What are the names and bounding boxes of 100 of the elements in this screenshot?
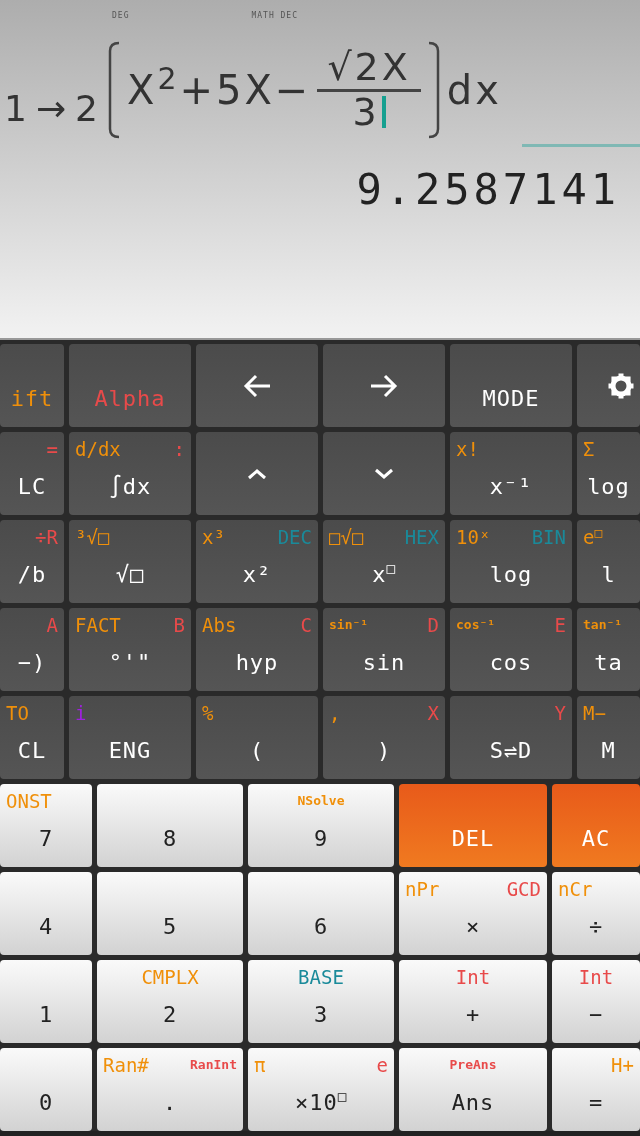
calculator-key[interactable]: e$^{□}$ l bbox=[577, 520, 640, 603]
alpha-label: DEC bbox=[277, 524, 312, 550]
calculator-key[interactable]: 0 bbox=[0, 1048, 92, 1131]
shift-label: i bbox=[75, 700, 87, 726]
shift-label: x! bbox=[456, 436, 479, 462]
secondary-label: PreAns bbox=[449, 1056, 497, 1075]
expression-term: X$^{2}$+5X− bbox=[127, 60, 312, 115]
shift-label: cos⁻¹ bbox=[456, 616, 496, 635]
calculator-key[interactable]: 10ˣ BIN log bbox=[450, 520, 572, 603]
shift-label: Ran# bbox=[103, 1052, 149, 1078]
shift-label: % bbox=[202, 700, 214, 726]
calculator-key[interactable] bbox=[577, 344, 640, 427]
calculator-key[interactable]: ONST 7 bbox=[0, 784, 92, 867]
shift-label: x³ bbox=[202, 524, 225, 550]
calculator-key[interactable]: nCr ÷ bbox=[552, 872, 640, 955]
alpha-label: BIN bbox=[531, 524, 566, 550]
alpha-label: E bbox=[554, 612, 566, 638]
shift-label: 10ˣ bbox=[456, 524, 491, 550]
calculator-key[interactable]: BASE 3 bbox=[248, 960, 394, 1043]
calculator-key[interactable]: □√□ HEX x$^{□}$ bbox=[323, 520, 445, 603]
calculator-key[interactable]: MODE bbox=[450, 344, 572, 427]
fraction-denominator: 3 bbox=[352, 91, 380, 134]
calculator-key[interactable]: sin⁻¹ D sin bbox=[323, 608, 445, 691]
secondary-label: CMPLX bbox=[141, 964, 199, 990]
shift-label: nCr bbox=[558, 876, 593, 902]
caret-down-icon bbox=[374, 467, 394, 480]
calculator-key[interactable]: TO CL bbox=[0, 696, 64, 779]
alpha-label: HEX bbox=[404, 524, 439, 550]
mode-indicator: DEG bbox=[112, 10, 130, 22]
calculator-key[interactable]: π e ×10$^{□}$ bbox=[248, 1048, 394, 1131]
alpha-label: B bbox=[173, 612, 185, 638]
calculator-key[interactable]: M− M bbox=[577, 696, 640, 779]
shift-label: , bbox=[329, 700, 341, 726]
calculator-key[interactable]: ³√□ √□ bbox=[69, 520, 191, 603]
calculator-key[interactable]: cos⁻¹ E cos bbox=[450, 608, 572, 691]
calculator-key[interactable]: CMPLX 2 bbox=[97, 960, 243, 1043]
shift-label: tan⁻¹ bbox=[583, 616, 623, 635]
calculator-key[interactable]: H+ = bbox=[552, 1048, 640, 1131]
shift-label: ONST bbox=[6, 788, 52, 814]
upper-limit: 2 bbox=[75, 87, 101, 131]
calculator-key[interactable]: A −) bbox=[0, 608, 64, 691]
alpha-label: A bbox=[46, 612, 58, 638]
shift-label: e$^{□}$ bbox=[583, 524, 603, 550]
calculator-key[interactable]: Σ log bbox=[577, 432, 640, 515]
alpha-label: Y bbox=[554, 700, 566, 726]
secondary-label: Int bbox=[455, 964, 491, 990]
calculator-key[interactable]: i ENG bbox=[69, 696, 191, 779]
calculator-key[interactable]: Y S⇌D bbox=[450, 696, 572, 779]
alpha-label: ÷R bbox=[35, 524, 58, 550]
calculator-key[interactable]: tan⁻¹ ta bbox=[577, 608, 640, 691]
calculator-key[interactable]: d/dx : ∫dx bbox=[69, 432, 191, 515]
differential: dx bbox=[446, 66, 502, 115]
limit-arrow: → bbox=[35, 87, 70, 131]
calculator-key[interactable]: x³ DEC x² bbox=[196, 520, 318, 603]
secondary-label: Int bbox=[578, 964, 614, 990]
calculator-key[interactable]: 6 bbox=[248, 872, 394, 955]
alpha-label: e bbox=[376, 1052, 388, 1078]
calculator-key[interactable]: Ran# RanInt . bbox=[97, 1048, 243, 1131]
shift-label: TO bbox=[6, 700, 29, 726]
calculator-key[interactable]: Abs C hyp bbox=[196, 608, 318, 691]
shift-label: Abs bbox=[202, 612, 237, 638]
shift-label: π bbox=[254, 1052, 266, 1078]
calculator-key[interactable]: FACT B °'" bbox=[69, 608, 191, 691]
calculator-key[interactable]: nPr GCD × bbox=[399, 872, 547, 955]
calculator-key[interactable]: 8 bbox=[97, 784, 243, 867]
calculator-key[interactable]: 5 bbox=[97, 872, 243, 955]
calculator-key[interactable]: 4 bbox=[0, 872, 92, 955]
calculator-key[interactable]: x! x⁻¹ bbox=[450, 432, 572, 515]
right-bracket-icon bbox=[426, 41, 441, 139]
calculator-key[interactable]: = LC bbox=[0, 432, 64, 515]
alpha-label: = bbox=[46, 436, 58, 462]
left-bracket-icon bbox=[107, 41, 121, 139]
alpha-label: D bbox=[427, 612, 439, 638]
secondary-label: NSolve bbox=[297, 792, 345, 811]
calculator-key[interactable]: Int + bbox=[399, 960, 547, 1043]
alpha-label: : bbox=[173, 436, 185, 462]
alpha-label: RanInt bbox=[190, 1056, 237, 1075]
calculator-key[interactable]: 1 bbox=[0, 960, 92, 1043]
calculator-key[interactable]: ÷R /b bbox=[0, 520, 64, 603]
result-value: 9.2587141 bbox=[356, 164, 620, 216]
fraction-numerator: √2X bbox=[317, 46, 421, 92]
shift-label: nPr bbox=[405, 876, 440, 902]
shift-label: d/dx bbox=[75, 436, 121, 462]
shift-label: sin⁻¹ bbox=[329, 616, 369, 635]
calculator-key[interactable]: PreAns Ans bbox=[399, 1048, 547, 1131]
text-cursor bbox=[381, 96, 386, 129]
settings-icon bbox=[608, 372, 634, 399]
shift-label: M− bbox=[583, 700, 606, 726]
mode-indicator: MATH DEC bbox=[251, 10, 298, 22]
calculator-key[interactable]: % ( bbox=[196, 696, 318, 779]
secondary-label: BASE bbox=[298, 964, 344, 990]
alpha-label: X bbox=[427, 700, 439, 726]
alpha-label: C bbox=[300, 612, 312, 638]
shift-label: □√□ bbox=[329, 524, 364, 550]
calculator-key[interactable]: NSolve 9 bbox=[248, 784, 394, 867]
alpha-label: H+ bbox=[611, 1052, 634, 1078]
calculator-key[interactable]: , X ) bbox=[323, 696, 445, 779]
lower-limit: 1 bbox=[4, 87, 30, 131]
calculator-key[interactable]: Int − bbox=[552, 960, 640, 1043]
shift-label: FACT bbox=[75, 612, 121, 638]
